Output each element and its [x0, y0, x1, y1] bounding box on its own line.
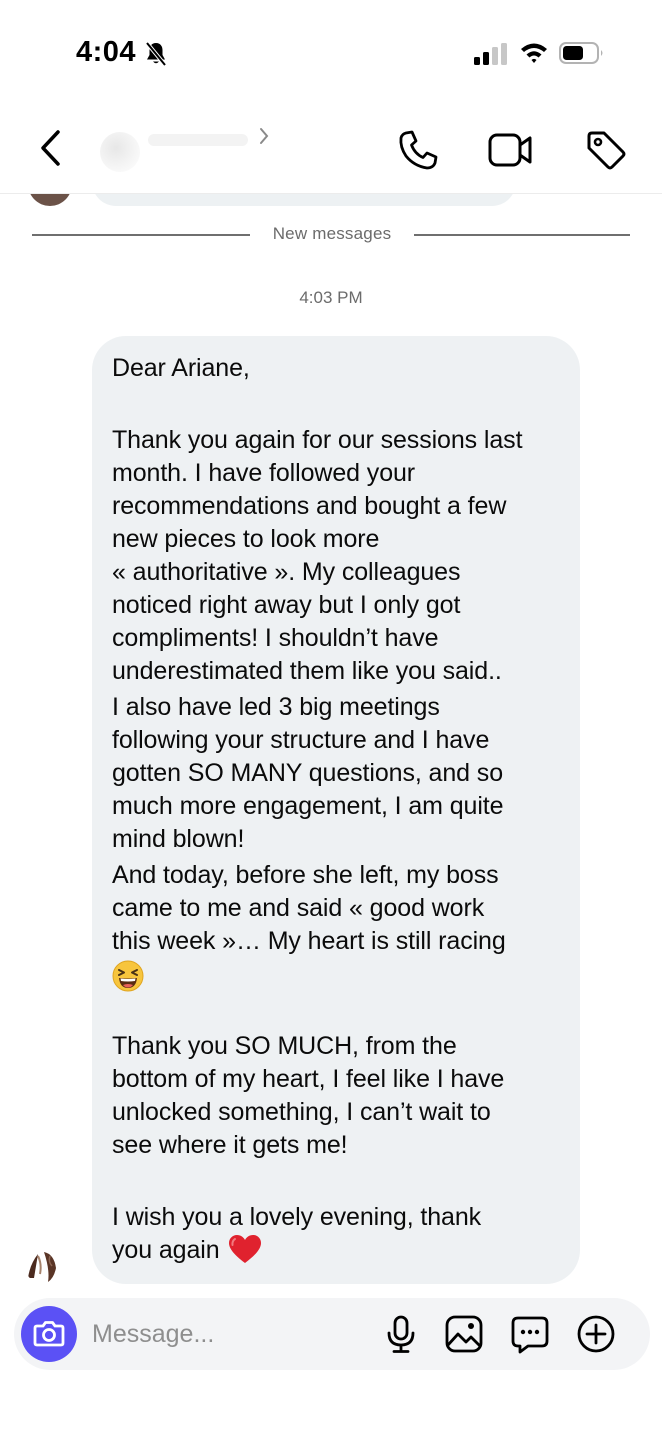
divider-line: [414, 234, 630, 236]
emoji-line: [112, 958, 560, 992]
battery-icon: [559, 42, 603, 64]
message-composer: [14, 1298, 650, 1370]
divider-line: [32, 234, 250, 236]
message-input[interactable]: [92, 1312, 372, 1356]
message-line: bottom of my heart, I feel like I have: [112, 1065, 505, 1093]
phone-icon[interactable]: [396, 128, 440, 172]
contact-name-redacted: [148, 134, 248, 146]
plus-circle-icon[interactable]: [576, 1314, 616, 1354]
status-bar: 4:04: [0, 0, 662, 100]
message-line: And today, before she left, my boss: [112, 861, 499, 889]
message-line: compliments! I shouldn’t have: [112, 624, 439, 652]
tag-icon[interactable]: [584, 128, 628, 172]
sticker-icon[interactable]: [510, 1314, 550, 1354]
grinning-squinting-face-emoji: [112, 960, 144, 992]
contact-avatar-redacted: [100, 132, 140, 172]
message-line: gotten SO MANY questions, and so: [112, 759, 504, 787]
red-heart-emoji: [228, 1235, 261, 1263]
message-line: this week »… My heart is still racing: [112, 927, 506, 955]
video-camera-icon[interactable]: [486, 130, 536, 170]
divider-label: New messages: [272, 224, 392, 243]
message-line: Thank you again for our sessions last: [112, 426, 523, 454]
avatar-image: [28, 1252, 56, 1282]
message-line: month. I have followed your: [112, 459, 416, 487]
message-line-text: you again: [112, 1236, 220, 1264]
bell-slash-icon: [145, 41, 167, 67]
chat-header: [0, 100, 662, 194]
message-line: noticed right away but I only got: [112, 591, 461, 619]
message-line: underestimated them like you said..: [112, 657, 502, 685]
message-line: mind blown!: [112, 825, 245, 853]
message-line: much more engagement, I am quite: [112, 792, 504, 820]
message-line: following your structure and I have: [112, 726, 490, 754]
new-messages-divider: New messages: [32, 222, 630, 248]
status-time: 4:04: [76, 36, 137, 68]
message-line: new pieces to look more: [112, 525, 380, 553]
message-timestamp: 4:03 PM: [299, 288, 363, 307]
message-line: see where it gets me!: [112, 1131, 348, 1159]
back-chevron-icon[interactable]: [34, 126, 70, 170]
message-bubble[interactable]: Dear Ariane, Thank you again for our ses…: [92, 336, 580, 1284]
message-line: came to me and said « good work: [112, 894, 485, 922]
microphone-icon[interactable]: [384, 1314, 418, 1354]
message-line: « authoritative ». My colleagues: [112, 558, 461, 586]
chevron-right-icon: [260, 128, 269, 144]
sender-avatar[interactable]: [24, 1244, 64, 1284]
message-last-line: you again: [112, 1234, 560, 1267]
message-line: I also have led 3 big meetings: [112, 693, 440, 721]
signal-icon: [474, 43, 507, 65]
gallery-icon[interactable]: [444, 1314, 484, 1354]
wifi-icon: [521, 43, 547, 63]
camera-icon: [33, 1321, 65, 1347]
message-line: Thank you SO MUCH, from the: [112, 1032, 457, 1060]
camera-button[interactable]: [21, 1306, 77, 1362]
message-line: unlocked something, I can’t wait to: [112, 1098, 491, 1126]
message-line: recommendations and bought a few: [112, 492, 507, 520]
message-line: I wish you a lovely evening, thank: [112, 1203, 482, 1231]
message-line: Dear Ariane,: [112, 354, 250, 382]
contact-info[interactable]: [96, 122, 286, 178]
